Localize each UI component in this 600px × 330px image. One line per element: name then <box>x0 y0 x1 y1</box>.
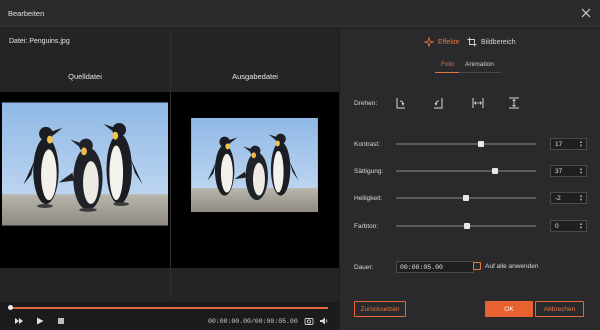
brightness-label: Helligkeit: <box>354 195 383 202</box>
brightness-thumb[interactable] <box>463 194 469 201</box>
saturation-rail <box>396 170 536 172</box>
stop-icon[interactable] <box>56 316 66 326</box>
hue-value: 0 <box>555 223 559 230</box>
apply-all-checkbox[interactable] <box>473 262 481 270</box>
playback-bar: 00:00:00.00/00:00:05.00 <box>0 302 339 330</box>
brightness-value: -2 <box>555 195 561 202</box>
tab-effects[interactable]: Effekte <box>424 35 460 49</box>
volume-icon[interactable] <box>319 316 329 326</box>
rotate-left-icon[interactable] <box>430 95 446 111</box>
contrast-slider[interactable] <box>396 140 536 148</box>
hue-slider[interactable] <box>396 222 536 230</box>
stepper-arrows-icon[interactable]: ▲ ▼ <box>579 194 583 202</box>
subtab-photo[interactable]: Foto <box>441 61 454 68</box>
saturation-value: 37 <box>555 168 563 175</box>
brightness-slider[interactable] <box>396 194 536 202</box>
file-name-label: Datei: Penguins.jpg <box>9 38 70 45</box>
sparkle-icon <box>424 37 434 47</box>
timeline-track[interactable] <box>10 307 328 309</box>
stepper-arrows-icon[interactable]: ▲ ▼ <box>579 167 583 175</box>
fast-forward-icon[interactable] <box>14 316 24 326</box>
output-title: Ausgabedatei <box>232 72 278 81</box>
contrast-value: 17 <box>555 141 563 148</box>
saturation-slider[interactable] <box>396 167 536 175</box>
duration-label: Dauer: <box>354 264 374 271</box>
duration-value: 00:00:05.00 <box>400 264 443 271</box>
brightness-stepper[interactable]: -2 ▲ ▼ <box>550 192 587 204</box>
top-tabs: Effekte Bildbereich <box>340 28 600 56</box>
contrast-thumb[interactable] <box>478 140 485 147</box>
contrast-stepper[interactable]: 17 ▲ ▼ <box>550 138 587 150</box>
flip-vertical-icon[interactable] <box>506 95 522 111</box>
subtab-active-indicator <box>435 72 459 73</box>
ok-button[interactable]: OK <box>485 301 533 317</box>
hue-stepper[interactable]: 0 ▲ ▼ <box>550 220 587 232</box>
timecode: 00:00:00.00/00:00:05.00 <box>208 318 298 325</box>
contrast-rail <box>396 143 536 145</box>
stepper-arrows-icon[interactable]: ▲ ▼ <box>579 222 583 230</box>
contrast-label: Kontrast: <box>354 141 381 148</box>
rotate-right-icon[interactable] <box>393 95 409 111</box>
output-image <box>191 118 318 212</box>
source-title: Quelldatei <box>68 72 102 81</box>
saturation-stepper[interactable]: 37 ▲ ▼ <box>550 165 587 177</box>
saturation-thumb[interactable] <box>492 167 499 174</box>
hue-label: Farbton: <box>354 223 379 230</box>
saturation-label: Sättigung: <box>354 168 384 175</box>
close-icon[interactable] <box>580 7 592 19</box>
snapshot-icon[interactable] <box>304 316 314 326</box>
title-bar: Bearbeiten <box>0 0 600 27</box>
tab-effects-label: Effekte <box>438 38 460 46</box>
source-image <box>2 102 168 226</box>
preview-panel: Datei: Penguins.jpg Quelldatei Ausgabeda… <box>0 28 339 330</box>
crop-icon <box>467 37 477 47</box>
apply-all-label: Auf alle anwenden <box>485 263 539 270</box>
settings-panel: Effekte Bildbereich Foto Animation Drehe… <box>340 28 600 330</box>
flip-horizontal-icon[interactable] <box>470 95 486 111</box>
hue-thumb[interactable] <box>464 222 471 229</box>
play-icon[interactable] <box>35 316 45 326</box>
reset-button[interactable]: Zurücksetzen <box>354 301 406 317</box>
source-preview <box>0 92 170 268</box>
tab-crop-label: Bildbereich <box>481 38 516 46</box>
stepper-arrows-icon[interactable]: ▲ ▼ <box>579 140 583 148</box>
tab-crop[interactable]: Bildbereich <box>467 35 516 49</box>
duration-input[interactable]: 00:00:05.00 <box>396 261 474 273</box>
rotate-label: Drehen: <box>354 100 378 107</box>
subtab-animation[interactable]: Animation <box>465 61 494 68</box>
output-preview <box>171 92 339 268</box>
window-title: Bearbeiten <box>8 9 45 18</box>
cancel-button[interactable]: Abbrechen <box>535 301 584 317</box>
timeline-knob[interactable] <box>8 305 13 310</box>
